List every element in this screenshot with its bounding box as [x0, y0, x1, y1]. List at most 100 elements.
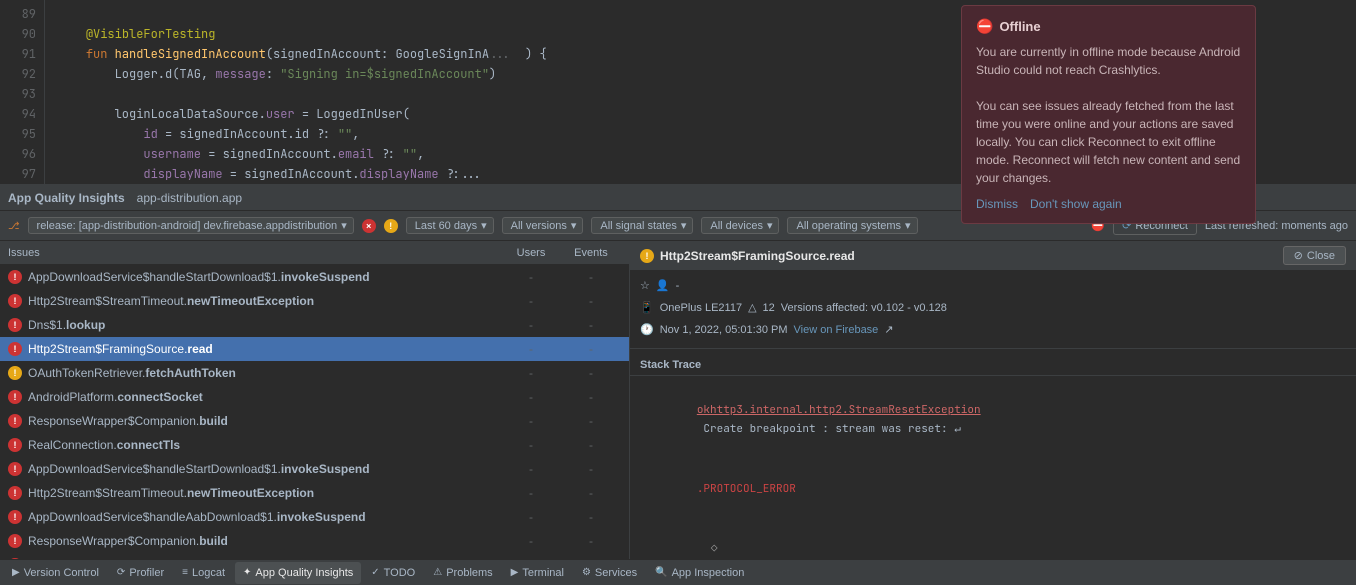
warning-icon[interactable]: !	[384, 219, 398, 233]
stack-trace-header: Stack Trace	[630, 355, 1356, 376]
issue-row[interactable]: !AppDownloadService$handleAabDownload$1.…	[0, 505, 629, 529]
tab-label: Services	[595, 567, 637, 579]
offline-header: ⛔ Offline	[976, 18, 1241, 35]
bottom-tab-version-control[interactable]: ▶Version Control	[4, 562, 107, 584]
issue-events: -	[561, 414, 621, 428]
versions-arrow: ▾	[571, 219, 577, 232]
issue-row[interactable]: !Http2Stream$StreamTimeout.newTimeoutExc…	[0, 289, 629, 313]
main-content: Issues Users Events !AppDownloadService$…	[0, 241, 1356, 559]
detail-meta: ☆ 👤 - 📱 OnePlus LE2117 △ 12 Versions aff…	[630, 271, 1356, 349]
versions-dropdown[interactable]: All versions ▾	[502, 217, 584, 234]
issue-events: -	[561, 342, 621, 356]
tab-label: Version Control	[24, 567, 99, 579]
issue-name: ResponseWrapper$Companion.build	[28, 534, 501, 548]
issue-users: -	[501, 294, 561, 308]
events-col-label: Events	[561, 247, 621, 259]
bottom-tab-problems[interactable]: ⚠Problems	[425, 562, 500, 584]
os-dropdown[interactable]: All operating systems ▾	[787, 217, 917, 234]
meta-dash: -	[676, 277, 680, 297]
stack-breakpoint-text: Create breakpoint : stream was reset: ↵	[697, 422, 961, 436]
issues-column-header: Issues Users Events	[0, 241, 629, 265]
issue-row[interactable]: !RealConnection.connectTls--	[0, 433, 629, 457]
detail-title: ! Http2Stream$FramingSource.read	[640, 249, 855, 263]
offline-title: Offline	[999, 19, 1040, 34]
issue-icon: !	[8, 462, 22, 476]
issue-icon: !	[8, 318, 22, 332]
versions-range: Versions affected: v0.102 - v0.128	[781, 299, 947, 319]
issue-users: -	[501, 462, 561, 476]
issue-icon: !	[8, 534, 22, 548]
release-label: release: [app-distribution-android] dev.…	[37, 220, 338, 232]
issue-users: -	[501, 366, 561, 380]
stack-line-2: ◇ okhttp3.internal.http2.Http2Stream$Fra…	[630, 519, 1356, 559]
meta-device-row: 📱 OnePlus LE2117 △ 12 Versions affected:…	[640, 299, 1346, 319]
os-label: All operating systems	[796, 220, 901, 232]
tab-icon: ⟳	[117, 567, 125, 578]
issue-name: ResponseWrapper$Companion.build	[28, 414, 501, 428]
meta-date-row: 🕐 Nov 1, 2022, 05:01:30 PM View on Fireb…	[640, 321, 1346, 341]
dismiss-button[interactable]: Dismiss	[976, 197, 1018, 211]
issue-name: RealConnection.connectTls	[28, 438, 501, 452]
bottom-tab-terminal[interactable]: ▶Terminal	[503, 562, 572, 584]
issue-name: AppDownloadService$handleStartDownload$1…	[28, 462, 501, 476]
issue-events: -	[561, 486, 621, 500]
aqi-title: App Quality Insights	[8, 191, 125, 205]
bottom-tab-app-inspection[interactable]: 🔍App Inspection	[647, 562, 752, 584]
issue-icon: !	[8, 414, 22, 428]
detail-panel: ! Http2Stream$FramingSource.read ⊘ Close…	[630, 241, 1356, 559]
bottom-tab-todo[interactable]: ✓TODO	[363, 562, 423, 584]
issue-row[interactable]: !Http2Stream$StreamTimeout.newTimeoutExc…	[0, 481, 629, 505]
view-firebase-link[interactable]: View on Firebase	[794, 321, 879, 341]
issue-row[interactable]: !Dns$1.lookup--	[0, 313, 629, 337]
tab-label: TODO	[384, 567, 416, 579]
bottom-tab-profiler[interactable]: ⟳Profiler	[109, 562, 172, 584]
issue-users: -	[501, 318, 561, 332]
issue-users: -	[501, 414, 561, 428]
close-button[interactable]: ⊘ Close	[1283, 246, 1346, 265]
issue-row[interactable]: !AppDownloadService$handleStartDownload$…	[0, 265, 629, 289]
issue-name: AndroidPlatform.connectSocket	[28, 390, 501, 404]
users-col-label: Users	[501, 247, 561, 259]
issue-name: AppDownloadService$handleStartDownload$1…	[28, 270, 501, 284]
issue-users: -	[501, 534, 561, 548]
issue-name: AppDownloadService$handleAabDownload$1.i…	[28, 510, 501, 524]
issue-users: -	[501, 486, 561, 500]
versions-count: 12	[763, 299, 775, 319]
issue-row[interactable]: !ResponseWrapper$Companion.build--	[0, 529, 629, 553]
issue-icon: !	[8, 366, 22, 380]
issue-events: -	[561, 534, 621, 548]
version-icon: △	[748, 299, 756, 319]
external-link-icon: ↗	[884, 321, 893, 341]
issue-row[interactable]: ! AppDownloadService$handleStartDownload$…	[0, 457, 629, 481]
issue-users: -	[501, 390, 561, 404]
release-dropdown[interactable]: release: [app-distribution-android] dev.…	[28, 217, 354, 234]
detail-title-text: Http2Stream$FramingSource.read	[660, 249, 855, 263]
bottom-tab-services[interactable]: ⚙ Services	[574, 562, 645, 584]
signal-states-dropdown[interactable]: All signal states ▾	[591, 217, 693, 234]
bottom-tab-logcat[interactable]: ≡Logcat	[174, 562, 233, 584]
signal-states-arrow: ▾	[681, 219, 687, 232]
stack-line-1: okhttp3.internal.http2.StreamResetExcept…	[630, 380, 1356, 459]
tab-label: App Quality Insights	[255, 567, 353, 579]
issues-list: ! AppDownloadService$handleStartDownload$…	[0, 265, 629, 559]
bottom-tab-app-quality-insights[interactable]: ✦App Quality Insights	[235, 562, 361, 584]
issue-row[interactable]: !ResponseWrapper$Companion.build--	[0, 409, 629, 433]
time-range-dropdown[interactable]: Last 60 days ▾	[406, 217, 494, 234]
close-label: Close	[1307, 250, 1335, 262]
issue-name: Dns$1.lookup	[28, 318, 501, 332]
tab-icon: ⚙	[582, 567, 591, 578]
dont-show-button[interactable]: Don't show again	[1030, 197, 1122, 211]
issues-panel: Issues Users Events !AppDownloadService$…	[0, 241, 630, 559]
devices-arrow: ▾	[767, 219, 773, 232]
dropdown-arrow: ▾	[341, 219, 347, 232]
issue-row[interactable]: !Http2Stream$FramingSource.read--	[0, 337, 629, 361]
issue-users: -	[501, 270, 561, 284]
time-range-arrow: ▾	[481, 219, 487, 232]
devices-dropdown[interactable]: All devices ▾	[701, 217, 779, 234]
issue-row[interactable]: !AndroidPlatform.connectSocket--	[0, 385, 629, 409]
tab-label: App Inspection	[672, 567, 745, 579]
detail-warning-icon: !	[640, 249, 654, 263]
stack-exception-link[interactable]: okhttp3.internal.http2.StreamResetExcept…	[697, 403, 981, 417]
error-x-icon[interactable]: ✕	[362, 219, 376, 233]
issue-row[interactable]: !OAuthTokenRetriever.fetchAuthToken--	[0, 361, 629, 385]
